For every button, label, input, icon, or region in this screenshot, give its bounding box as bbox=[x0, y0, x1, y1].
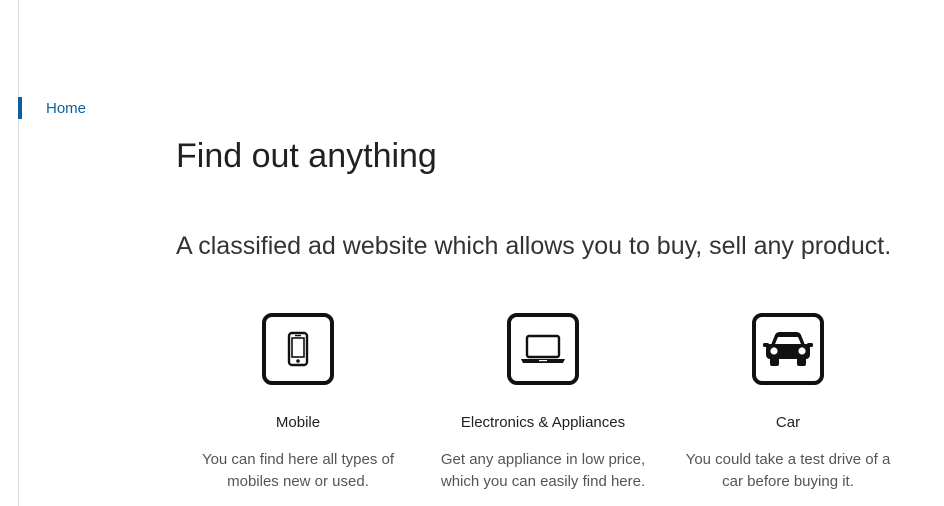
page: Home Find out anything A classified ad w… bbox=[0, 0, 944, 506]
page-subtitle: A classified ad website which allows you… bbox=[176, 232, 892, 260]
sidebar-divider bbox=[18, 0, 19, 506]
feature-electronics: Electronics & Appliances Get any applian… bbox=[428, 313, 658, 493]
feature-description-line: which you can easily find here. bbox=[440, 473, 646, 490]
feature-title: Electronics & Appliances bbox=[460, 414, 626, 431]
active-indicator bbox=[18, 97, 22, 119]
feature-description-line: Get any appliance in low price, bbox=[440, 451, 646, 468]
sidebar-item-label: Home bbox=[46, 99, 87, 117]
mobile-phone-icon bbox=[262, 313, 334, 385]
feature-mobile: Mobile You can find here all types of mo… bbox=[183, 313, 413, 493]
sidebar-item-home[interactable]: Home bbox=[18, 97, 86, 119]
feature-description: You could take a test drive of a car bef… bbox=[673, 449, 903, 493]
feature-description-line: mobiles new or used. bbox=[227, 473, 369, 490]
feature-description: Get any appliance in low price, which yo… bbox=[428, 449, 658, 493]
feature-title: Mobile bbox=[275, 414, 321, 431]
car-icon bbox=[752, 313, 824, 385]
laptop-icon bbox=[507, 313, 579, 385]
feature-description-line: You can find here all types of bbox=[201, 451, 395, 468]
page-title: Find out anything bbox=[176, 137, 437, 175]
feature-car: Car You could take a test drive of a car… bbox=[673, 313, 903, 493]
feature-description-line: car before buying it. bbox=[722, 473, 854, 490]
feature-title: Car bbox=[775, 414, 801, 431]
feature-description: You can find here all types of mobiles n… bbox=[183, 449, 413, 493]
feature-description-line: You could take a test drive of a bbox=[685, 451, 891, 468]
